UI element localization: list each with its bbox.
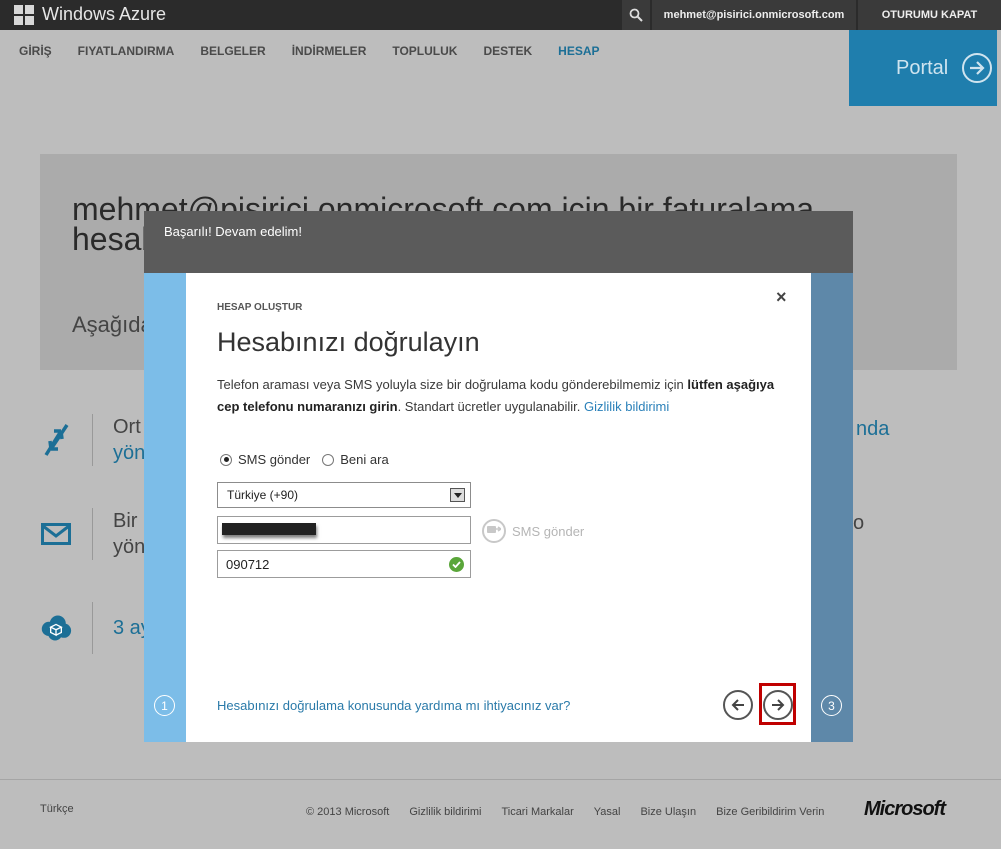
brand-logo[interactable]: Windows Azure (14, 4, 166, 25)
search-button[interactable] (622, 0, 650, 30)
feature-text-2: Bir yön (113, 510, 146, 558)
brand-name: Windows Azure (42, 4, 167, 24)
modal-header: Başarılı! Devam edelim! (144, 211, 853, 273)
verification-code-field[interactable]: 090712 (217, 550, 471, 578)
back-button[interactable] (723, 690, 753, 720)
nav-item-fiyatlandirma[interactable]: FIYATLANDIRMA (78, 44, 175, 58)
microsoft-logo: Microsoft (864, 798, 946, 820)
page-subtitle: Aşağıda (72, 312, 153, 337)
feature-fragment-right-1: nda (856, 418, 890, 440)
sms-send-icon (482, 519, 506, 543)
send-sms-button[interactable]: SMS gönder (482, 519, 584, 543)
language-link[interactable]: Türkçe (40, 803, 74, 815)
next-button-highlight (759, 683, 796, 725)
footer-link-trademarks[interactable]: Ticari Markalar (501, 806, 573, 818)
feature-text-1: Ort yön (113, 416, 146, 464)
close-icon[interactable]: × (776, 287, 787, 308)
nav-item-hesap[interactable]: HESAP (558, 44, 599, 58)
dialog-description: Telefon araması veya SMS yoluyla size bi… (217, 377, 775, 414)
arrow-right-icon (962, 53, 993, 83)
radio-call-label[interactable]: Beni ara (340, 452, 388, 467)
country-select[interactable]: Türkiye (+90) (217, 482, 471, 508)
footer-links: © 2013 Microsoft Gizlilik bildirimi Tica… (306, 806, 824, 818)
footer-copyright: © 2013 Microsoft (306, 806, 390, 818)
phone-number-field[interactable]: 597 555 5555 (217, 516, 471, 544)
dialog-eyebrow: HESAP OLUŞTUR (217, 302, 303, 313)
feature-fragment-right-2: o (853, 512, 865, 534)
footer-divider (0, 779, 1001, 780)
footer-link-legal[interactable]: Yasal (594, 806, 621, 818)
step-indicator-3: 3 (821, 695, 842, 716)
feature-row-2: Bir yön (40, 508, 145, 560)
redaction-bar (222, 523, 316, 535)
nav-item-indirmeler[interactable]: İNDİRMELER (292, 44, 367, 58)
main-nav: GİRİŞ FIYATLANDIRMA BELGELER İNDİRMELER … (19, 44, 600, 58)
logout-button[interactable]: OTURUMU KAPAT (858, 0, 1001, 30)
dialog-title: Hesabınızı doğrulayın (217, 327, 480, 357)
step-indicator-1: 1 (154, 695, 175, 716)
arrow-left-icon (731, 699, 744, 711)
checkmark-icon (449, 557, 464, 572)
footer-link-privacy[interactable]: Gizlilik bildirimi (409, 806, 481, 818)
portal-label: Portal (896, 56, 949, 79)
nav-item-topluluk[interactable]: TOPLULUK (392, 44, 457, 58)
transfer-arrows-icon (40, 421, 72, 459)
privacy-link[interactable]: Gizlilik bildirimi (584, 399, 669, 414)
verification-method: SMS gönder Beni ara (220, 452, 389, 467)
verify-account-dialog: × HESAP OLUŞTUR Hesabınızı doğrulayın Te… (186, 273, 811, 742)
portal-button[interactable]: Portal (849, 30, 997, 106)
cloud-box-icon (40, 613, 72, 643)
windows-flag-icon (14, 4, 34, 25)
search-icon (629, 8, 643, 22)
feature-row-1: Ort yön (40, 414, 145, 466)
radio-call[interactable] (322, 453, 335, 466)
feature-row-3: 3 ay (40, 602, 151, 654)
footer-link-contact[interactable]: Bize Ulaşın (640, 806, 696, 818)
chevron-down-icon[interactable] (450, 488, 465, 502)
nav-item-destek[interactable]: DESTEK (483, 44, 532, 58)
nav-item-belgeler[interactable]: BELGELER (200, 44, 265, 58)
user-account[interactable]: mehmet@pisirici.onmicrosoft.com (652, 0, 856, 30)
step-panel-right[interactable]: 3 (811, 273, 853, 742)
send-sms-label: SMS gönder (512, 523, 585, 539)
nav-item-giris[interactable]: GİRİŞ (19, 44, 52, 58)
step-panel-left[interactable]: 1 (144, 273, 186, 742)
verification-code-value: 090712 (226, 557, 270, 572)
country-select-value: Türkiye (+90) (227, 488, 299, 502)
top-bar: Windows Azure mehmet@pisirici.onmicrosof… (0, 0, 1001, 30)
radio-sms[interactable] (220, 453, 232, 466)
radio-sms-label[interactable]: SMS gönder (238, 452, 310, 467)
help-link[interactable]: Hesabınızı doğrulama konusunda yardıma m… (217, 698, 570, 713)
mail-icon (40, 523, 72, 545)
footer-link-feedback[interactable]: Bize Geribildirim Verin (716, 806, 824, 818)
